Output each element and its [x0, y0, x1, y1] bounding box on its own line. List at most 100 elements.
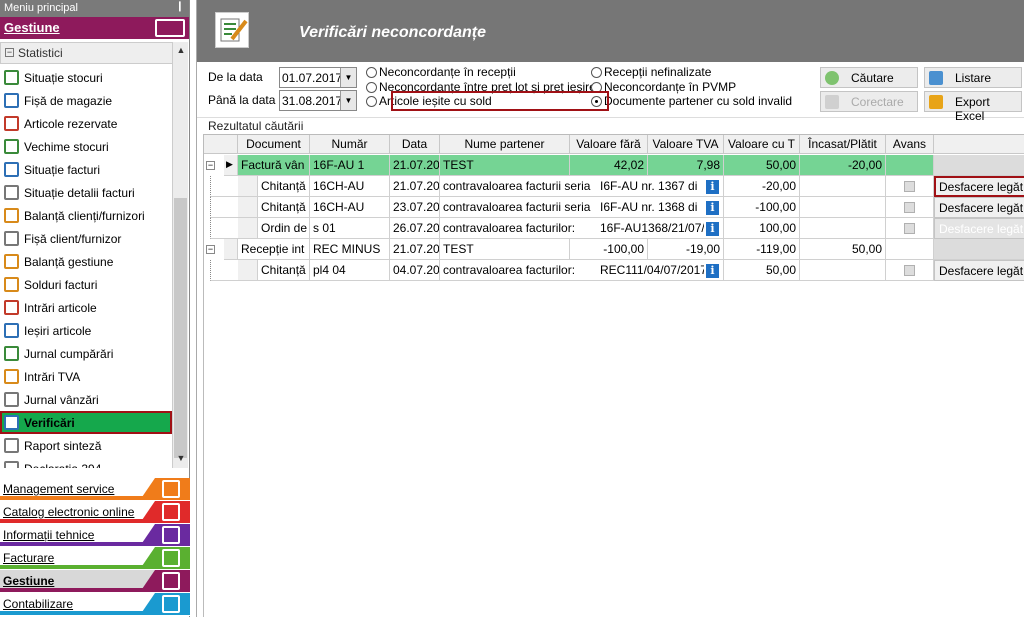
to-date-picker[interactable]: 31.08.2017 ▼ [279, 90, 357, 111]
sidebar-item[interactable]: Situație stocuri [0, 66, 172, 89]
advance-checkbox[interactable] [904, 223, 915, 234]
scroll-up-icon[interactable]: ▲ [173, 42, 189, 58]
partner-name: contravaloarea facturii seria I6F-AU nr. … [440, 176, 704, 197]
category-label: Informații tehnice [3, 528, 95, 542]
category-item[interactable]: Facturare [0, 547, 190, 570]
advance-checkbox[interactable] [904, 265, 915, 276]
paid-value [800, 218, 886, 239]
sidebar-item[interactable]: Intrări articole [0, 296, 172, 319]
sidebar-item[interactable]: Articole rezervate [0, 112, 172, 135]
column-header[interactable]: Număr [310, 135, 390, 154]
sidebar-item[interactable]: Declarația 394 [0, 457, 172, 468]
collapse-icon[interactable]: − [206, 161, 215, 170]
column-header[interactable]: Valoare TVA [648, 135, 724, 154]
value-no-vat: 42,02 [570, 155, 648, 176]
unlink-button[interactable]: Desfacere legăt [934, 260, 1024, 281]
sidebar-item[interactable]: Jurnal vânzări [0, 388, 172, 411]
sidebar-item[interactable]: Verificări [0, 411, 172, 434]
chevron-down-icon[interactable]: ▼ [340, 68, 356, 87]
sidebar-item[interactable]: Fișă client/furnizor [0, 227, 172, 250]
collapse-icon[interactable]: − [5, 48, 14, 58]
sidebar-item-label: Ieșiri articole [24, 324, 92, 338]
unlink-button[interactable]: Desfacere legăt [934, 218, 1024, 239]
sidebar-item[interactable]: Fișă de magazie [0, 89, 172, 112]
column-header[interactable]: Data [390, 135, 440, 154]
results-grid[interactable]: Document Număr Data Nume partener Valoare fă… [203, 134, 1024, 617]
value-with-vat: 100,00 [724, 218, 800, 239]
table-row[interactable]: Chitanță 16CH-AU 21.07.20 contravaloarea fa… [204, 176, 1024, 197]
radio-sold-invalid[interactable]: Documente partener cu sold invalid [591, 94, 792, 108]
pin-icon[interactable]: ❙ [176, 1, 184, 12]
doc-type: Factură vân [238, 155, 310, 176]
radio-circle[interactable] [366, 82, 377, 93]
sidebar-item[interactable]: Situație facturi [0, 158, 172, 181]
unlink-button[interactable]: Desfacere legăt [934, 197, 1024, 218]
main-menu-sidebar: Meniu principal ❙ Gestiune − Statistici S… [0, 0, 190, 617]
unlink-button[interactable]: Desfacere legăt [934, 176, 1024, 197]
info-cell: i [704, 197, 724, 218]
sidebar-item[interactable]: Intrări TVA [0, 365, 172, 388]
category-label: Contabilizare [3, 597, 74, 611]
sidebar-item[interactable]: Balanță clienți/furnizori [0, 204, 172, 227]
sidebar-scrollbar[interactable]: ▲ ▼ [172, 42, 188, 468]
category-item[interactable]: Catalog electronic online [0, 501, 190, 524]
category-item[interactable]: Gestiune [0, 570, 190, 593]
radio-pvmp[interactable]: Neconcordanțe în PVMP [591, 80, 736, 94]
category-item[interactable]: Informații tehnice [0, 524, 190, 547]
summary-report-icon [4, 438, 19, 453]
sidebar-item[interactable]: Vechime stocuri [0, 135, 172, 158]
scroll-down-icon[interactable]: ▼ [173, 450, 189, 466]
column-header[interactable]: Încasat/Plătit [800, 135, 886, 154]
radio-circle[interactable] [591, 67, 602, 78]
sidebar-item[interactable]: Ieșiri articole [0, 319, 172, 342]
info-icon[interactable]: i [706, 201, 719, 215]
partner-name: TEST [440, 155, 570, 176]
collapse-icon[interactable]: − [206, 245, 215, 254]
sidebar-item-label: Verificări [24, 416, 75, 430]
advance-checkbox[interactable] [904, 202, 915, 213]
advance-checkbox[interactable] [904, 181, 915, 192]
category-item[interactable]: Management service [0, 478, 190, 501]
radio-receptii[interactable]: Neconcordanțe în recepții [366, 65, 516, 79]
row-gutter [238, 218, 258, 239]
radio-label: Documente partener cu sold invalid [604, 94, 793, 108]
column-header[interactable]: Valoare cu T [724, 135, 800, 154]
column-header[interactable]: Valoare fără [570, 135, 648, 154]
purchase-journal-icon [4, 346, 19, 361]
scrollbar-thumb[interactable] [174, 198, 187, 458]
chevron-down-icon[interactable]: ▼ [340, 91, 356, 110]
sidebar-item[interactable]: Raport sinteză [0, 434, 172, 457]
column-header[interactable]: Nume partener [440, 135, 570, 154]
search-button[interactable]: Căutare [820, 67, 918, 88]
correct-icon [825, 95, 839, 109]
reserved-items-icon [4, 116, 19, 131]
table-row-group[interactable]: − ▶ Factură vân 16F-AU 1 21.07.20 TEST 42,02 7,… [204, 155, 1024, 176]
table-row[interactable]: Chitanță pl4 04 04.07.20 contravaloarea fac… [204, 260, 1024, 281]
category-item[interactable]: Contabilizare [0, 593, 190, 616]
column-header[interactable]: Document [238, 135, 310, 154]
radio-receptii-nefinalizate[interactable]: Recepții nefinalizate [591, 65, 711, 79]
export-excel-button[interactable]: Export Excel [924, 91, 1022, 123]
from-date-picker[interactable]: 01.07.2017 ▼ [279, 67, 357, 88]
column-header[interactable]: Avans [886, 135, 934, 154]
info-icon[interactable]: i [706, 180, 719, 194]
sidebar-item[interactable]: Situație detalii facturi [0, 181, 172, 204]
sidebar-item-label: Solduri facturi [24, 278, 98, 292]
table-row[interactable]: Chitanță 16CH-AU 23.07.20 contravaloarea fa… [204, 197, 1024, 218]
sidebar-item[interactable]: Balanță gestiune [0, 250, 172, 273]
table-row-group[interactable]: − Recepție int REC MINUS 21.07.20 TEST -100,0… [204, 239, 1024, 260]
item-outputs-icon [4, 323, 19, 338]
table-row[interactable]: Ordin de s 01 26.07.20 contravaloarea factu… [204, 218, 1024, 239]
main-panel: Verificări neconcordanțe De la data 01.0… [196, 0, 1024, 617]
correct-button[interactable]: Corectare [820, 91, 918, 112]
doc-number: pl4 04 [310, 260, 390, 281]
info-icon[interactable]: i [706, 222, 719, 236]
category-gestiune-header[interactable]: Gestiune [0, 17, 189, 39]
info-icon[interactable]: i [706, 264, 719, 278]
statistici-section[interactable]: − Statistici [0, 42, 175, 64]
sidebar-item[interactable]: Solduri facturi [0, 273, 172, 296]
radio-circle[interactable] [366, 67, 377, 78]
print-button[interactable]: Listare [924, 67, 1022, 88]
sidebar-item[interactable]: Jurnal cumpărări [0, 342, 172, 365]
radio-circle[interactable] [366, 96, 377, 107]
